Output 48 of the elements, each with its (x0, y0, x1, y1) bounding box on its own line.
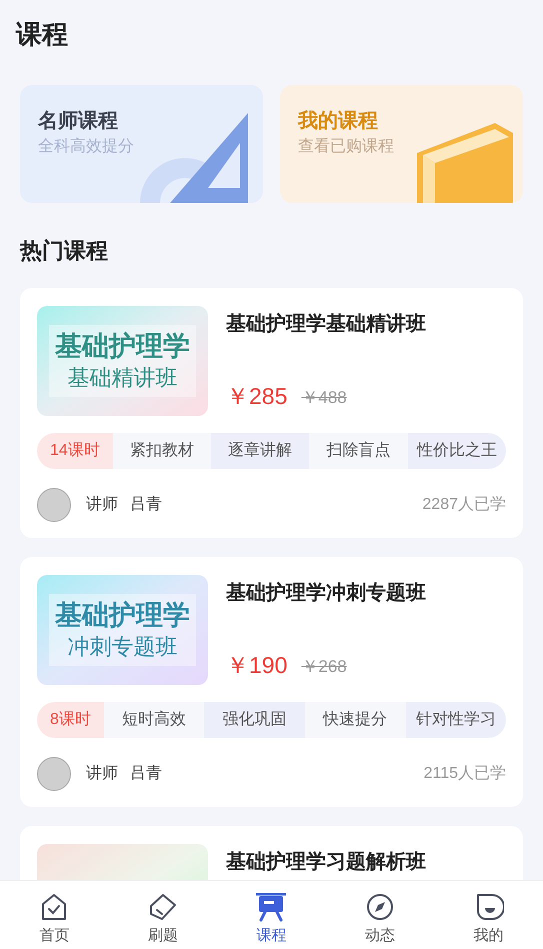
entry-subtitle: 全科高效提分 (38, 136, 135, 157)
tab-bar-item[interactable]: 刷题 (108, 881, 218, 949)
teacher-label: 讲师 (86, 764, 118, 784)
thumbnail-subtitle: 基础精讲班 (68, 364, 178, 392)
tab-bar-item[interactable]: 首页 (0, 881, 109, 949)
learner-count: 2287人已学 (422, 495, 506, 515)
entry-subtitle: 查看已购课程 (298, 136, 395, 157)
lesson-count-tag: 8课时 (37, 702, 104, 738)
course-title: 基础护理学基础精讲班 (226, 312, 427, 337)
tab-bar-item[interactable]: 课程 (217, 881, 326, 949)
compass-icon (365, 892, 396, 922)
tab-bar-item[interactable]: 动态 (326, 881, 434, 949)
course-title: 基础护理学习题解析班 (226, 850, 427, 875)
entry-card[interactable]: 名师课程 全科高效提分 (20, 85, 263, 203)
thumbnail-subtitle: 冲刺专题班 (68, 633, 178, 661)
course-card[interactable]: 基础护理学 基础精讲班 基础护理学基础精讲班 ￥285 ￥488 14课时 紧扣教材 逐章讲解 扫除盲点 性价比之王 讲师 吕青 2287人已学 (20, 288, 523, 538)
thumbnail-title: 基础护理学 (55, 599, 190, 632)
feature-tag: 扫除盲点 (309, 433, 408, 469)
teacher-avatar (37, 757, 71, 791)
feature-tag: 强化巩固 (204, 702, 305, 738)
thumbnail-title: 基础护理学 (55, 330, 190, 363)
feature-tag: 短时高效 (104, 702, 204, 738)
entry-title: 名师课程 (38, 109, 119, 134)
pencil-tag-icon (148, 892, 178, 922)
course-price: ￥190 (226, 651, 288, 679)
lesson-count-tag: 14课时 (37, 433, 113, 469)
teacher-name: 吕青 (130, 764, 162, 784)
feature-tag: 针对性学习 (406, 702, 506, 738)
page-title: 课程 (16, 18, 69, 51)
feature-tag: 逐章讲解 (211, 433, 310, 469)
entry-title: 我的课程 (298, 109, 379, 134)
learner-count: 2115人已学 (424, 764, 506, 784)
course-price: ￥285 (226, 382, 288, 410)
course-card[interactable]: 基础护理学 冲刺专题班 基础护理学冲刺专题班 ￥190 ￥268 8课时 短时高效 强化巩固 快速提分 针对性学习 讲师 吕青 2115人已学 (20, 557, 523, 807)
book-icon (415, 123, 515, 203)
course-card[interactable]: 基础护理学习题解析班 (20, 826, 523, 880)
original-price: ￥488 (301, 387, 347, 409)
teacher-label: 讲师 (86, 494, 118, 515)
presentation-board-icon (255, 892, 288, 922)
teacher-avatar (37, 488, 71, 522)
course-title: 基础护理学冲刺专题班 (226, 580, 427, 606)
feature-tag: 紧扣教材 (112, 433, 212, 469)
feature-tag: 性价比之王 (408, 433, 506, 469)
section-title: 热门课程 (20, 237, 109, 265)
teacher-name: 吕青 (130, 494, 162, 515)
tab-bar-item[interactable]: 我的 (434, 881, 543, 949)
feature-tag: 快速提分 (304, 702, 406, 738)
original-price: ￥268 (301, 656, 347, 678)
